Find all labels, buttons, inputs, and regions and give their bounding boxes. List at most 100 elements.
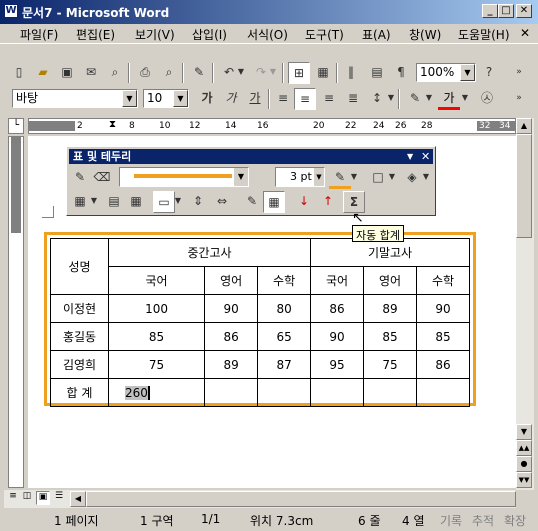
minimize-button[interactable]: _ [482,4,498,18]
italic-button[interactable]: 가 [220,88,242,110]
insert-table-icon[interactable]: ▦ [69,191,91,213]
table-subheader[interactable]: 수학 [257,266,312,295]
sort-descending-icon[interactable]: ↑ [317,191,339,213]
highlight-dropdown-icon[interactable]: ▼ [424,88,434,110]
menu-view[interactable]: 보기(V) [135,26,175,43]
help-icon[interactable]: ? [478,62,500,84]
menu-table[interactable]: 표(A) [362,26,391,43]
vertical-ruler[interactable] [8,136,24,488]
outside-border-icon[interactable]: □ [367,167,389,189]
table-cell[interactable] [257,378,312,407]
undo-dropdown-icon[interactable]: ▼ [236,62,246,84]
table-subheader[interactable]: 국어 [310,266,365,295]
bold-button[interactable]: 가 [196,88,218,110]
insert-table-icon[interactable]: ▦ [312,62,334,84]
table-cell[interactable]: 90 [310,322,365,351]
maximize-button[interactable]: □ [498,4,514,18]
align-center-cell-icon[interactable]: ▭ [153,191,175,213]
search-icon[interactable]: ⌕ [104,62,126,84]
scroll-thumb[interactable] [86,491,516,507]
table-cell-name[interactable]: 합 계 [50,378,109,407]
merge-cells-icon[interactable]: ▤ [103,191,125,213]
menu-help[interactable]: 도움말(H) [458,26,510,43]
tables-borders-icon[interactable]: ⊞ [288,62,310,84]
table-cell[interactable]: 85 [363,322,417,351]
save-icon[interactable]: ▣ [56,62,78,84]
table-cell[interactable]: 86 [416,350,470,379]
zoom-combo[interactable]: 100% ▼ [416,63,476,82]
chevron-down-icon[interactable]: ▼ [234,168,248,186]
distribute-rows-icon[interactable]: ⇕ [187,191,209,213]
menu-window[interactable]: 창(W) [409,26,441,43]
table-cell[interactable]: 100 [107,294,206,323]
table-cell-name[interactable]: 홍길동 [50,322,109,351]
line-spacing-dropdown-icon[interactable]: ▼ [386,88,396,110]
scroll-up-icon[interactable]: ▲ [516,118,532,134]
insert-table-dropdown-icon[interactable]: ▼ [89,191,99,213]
table-cell[interactable]: 90 [416,294,470,323]
menu-format[interactable]: 서식(O) [247,26,288,43]
chevron-down-icon[interactable]: ▼ [122,90,137,107]
columns-icon[interactable]: ‖ [340,62,362,84]
table-group-header[interactable]: 중간고사 [107,238,312,267]
line-spacing-icon[interactable]: ↕ [366,88,388,110]
toolbar-title-bar[interactable]: 표 및 테두리 ▼ ✕ [69,149,433,164]
border-color-dropdown-icon[interactable]: ▼ [349,167,359,189]
print-icon[interactable]: ⎙ [134,62,156,84]
align-center-icon[interactable]: ≡ [294,88,316,110]
scroll-left-icon[interactable]: ◀ [70,491,86,507]
underline-button[interactable]: 가 [244,88,266,110]
vertical-scrollbar[interactable]: ▲ ▼ ▲▲ ● ▼▼ [516,118,534,490]
toolbar-options-icon[interactable]: » [512,62,526,84]
table-cell[interactable]: 89 [204,350,259,379]
justify-icon[interactable]: ≣ [342,88,364,110]
chevron-down-icon[interactable]: ▼ [173,90,188,107]
table-cell[interactable]: 87 [257,350,312,379]
table-cell[interactable]: 86 [204,322,259,351]
table-subheader[interactable]: 수학 [416,266,470,295]
format-painter-icon[interactable]: ✎ [188,62,210,84]
table-header-name[interactable]: 성명 [50,238,109,295]
align-right-icon[interactable]: ≡ [318,88,340,110]
table-cell[interactable] [416,378,470,407]
font-color-dropdown-icon[interactable]: ▼ [460,88,470,110]
toolbar-menu-icon[interactable]: ▼ [407,149,413,164]
font-size-combo[interactable]: 10 ▼ [143,89,189,108]
draw-table-icon[interactable]: ✎ [69,167,91,189]
font-combo[interactable]: 바탕 ▼ [12,89,138,108]
table-cell[interactable]: 86 [310,294,365,323]
print-layout-icon[interactable]: ▣ [36,491,50,505]
shading-dropdown-icon[interactable]: ▼ [421,167,431,189]
web-view-icon[interactable]: ◫ [20,491,34,505]
toolbar-options-icon[interactable]: » [512,88,526,110]
table-cell[interactable] [204,378,259,407]
horizontal-ruler[interactable]: 2 ⧗ 8 10 12 14 16 20 22 24 26 28 32 34 [28,118,516,134]
menu-insert[interactable]: 삽입(I) [192,26,227,43]
table-cell[interactable]: 89 [363,294,417,323]
table-cell[interactable]: 85 [416,322,470,351]
eraser-icon[interactable]: ⌫ [91,167,113,189]
document-map-icon[interactable]: ▤ [366,62,388,84]
chevron-down-icon[interactable]: ▼ [314,168,324,186]
line-weight-combo[interactable]: 3 pt ▼ [275,167,325,187]
table-cell[interactable]: 75 [107,350,206,379]
show-hide-icon[interactable]: ¶ [390,62,412,84]
split-cells-icon[interactable]: ▦ [125,191,147,213]
scroll-down-icon[interactable]: ▼ [516,424,532,440]
close-button[interactable]: ✕ [516,4,532,18]
align-dropdown-icon[interactable]: ▼ [173,191,183,213]
open-folder-icon[interactable]: ▰ [32,62,54,84]
email-icon[interactable]: ✉ [80,62,102,84]
font-color-button[interactable]: 가 [438,88,460,110]
enclosed-char-icon[interactable]: ㉦ [476,88,498,110]
chevron-down-icon[interactable]: ▼ [460,64,475,81]
score-table[interactable]: 성명 중간고사 기말고사 국어 영어 수학 국어 영어 수학 이정현 100 9… [50,238,470,407]
shading-color-icon[interactable]: ◈ [401,167,423,189]
menu-file[interactable]: 파일(F) [20,26,58,43]
table-cell[interactable] [363,378,417,407]
scroll-thumb[interactable] [516,134,532,238]
status-record[interactable]: 기록 [440,512,462,529]
table-cell-name[interactable]: 이정현 [50,294,109,323]
line-style-combo[interactable]: ▼ [119,167,249,187]
status-extend[interactable]: 확장 [504,512,536,529]
